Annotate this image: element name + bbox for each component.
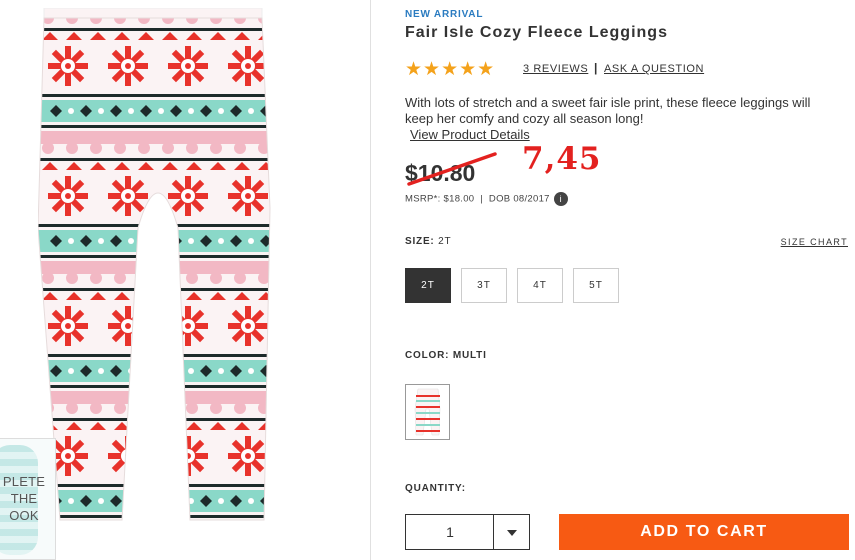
color-label: COLOR: MULTI: [405, 350, 487, 361]
quantity-label: QUANTITY:: [405, 483, 466, 494]
new-arrival-badge: NEW ARRIVAL: [405, 9, 484, 20]
info-icon[interactable]: i: [553, 192, 568, 206]
size-option-3t[interactable]: 3T: [461, 268, 507, 303]
view-product-details-link[interactable]: View Product Details: [410, 127, 530, 142]
quantity-value: 1: [446, 524, 454, 540]
product-image[interactable]: PLETE THE OOK: [0, 0, 370, 560]
product-details: NEW ARRIVAL Fair Isle Cozy Fleece Leggin…: [405, 0, 850, 560]
handwritten-new-price: 7,45: [522, 141, 602, 177]
product-title: Fair Isle Cozy Fleece Leggings: [405, 24, 668, 41]
reviews-link[interactable]: 3 REVIEWS: [523, 63, 588, 75]
color-swatch-multi[interactable]: [405, 384, 450, 440]
price-strikethrough: [407, 152, 497, 186]
color-label-text: COLOR:: [405, 350, 450, 361]
rating-stars[interactable]: ★★★★★: [405, 58, 495, 81]
complete-look-line: OOK: [9, 508, 39, 523]
quantity-select[interactable]: 1: [405, 514, 530, 550]
column-divider: [370, 0, 371, 560]
size-chart-link[interactable]: SIZE CHART: [781, 237, 848, 247]
complete-the-look-thumbnail[interactable]: PLETE THE OOK: [0, 438, 56, 560]
complete-look-label: PLETE THE OOK: [0, 473, 54, 524]
swatch-leggings-icon: [414, 388, 441, 436]
link-separator: |: [594, 61, 598, 75]
ask-question-link[interactable]: ASK A QUESTION: [604, 63, 704, 75]
size-option-5t[interactable]: 5T: [573, 268, 619, 303]
chevron-down-icon[interactable]: [493, 515, 529, 549]
size-option-2t[interactable]: 2T: [405, 268, 451, 303]
size-option-4t[interactable]: 4T: [517, 268, 563, 303]
size-label: SIZE: 2T: [405, 236, 451, 247]
msrp-info: MSRP*: $18.00 | DOB 08/2017 i: [405, 192, 568, 206]
add-to-cart-button[interactable]: ADD TO CART: [559, 514, 849, 550]
selected-size: 2T: [438, 236, 452, 247]
complete-look-line: PLETE: [2, 474, 46, 489]
leggings-illustration: [38, 8, 271, 521]
size-label-text: SIZE:: [405, 236, 435, 247]
msrp-text: MSRP*: $18.00 | DOB 08/2017: [405, 193, 550, 205]
product-description: With lots of stretch and a sweet fair is…: [405, 95, 811, 126]
selected-color: MULTI: [452, 350, 487, 361]
complete-look-line: THE: [10, 491, 38, 506]
